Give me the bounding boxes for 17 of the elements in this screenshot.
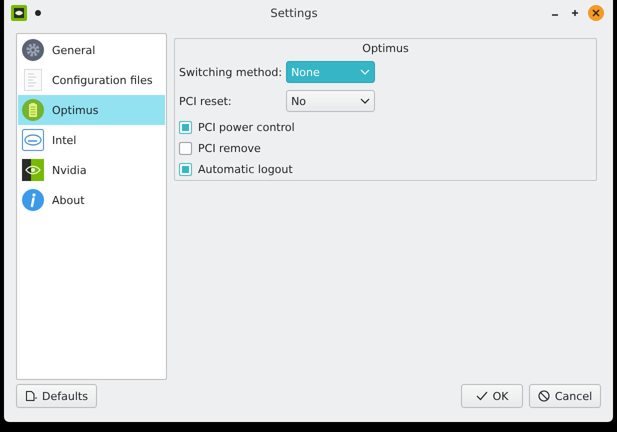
sidebar-item[interactable]: Configuration files bbox=[18, 65, 165, 95]
sidebar-item[interactable]: Nvidia bbox=[18, 155, 165, 185]
sidebar-item[interactable]: Intel bbox=[18, 125, 165, 155]
ok-button[interactable]: OK bbox=[461, 384, 523, 408]
dropdown[interactable]: No bbox=[286, 90, 376, 112]
sidebar-item[interactable]: About bbox=[18, 185, 165, 215]
group-title: Optimus bbox=[362, 42, 409, 55]
checkbox-label[interactable]: PCI remove bbox=[198, 142, 261, 154]
window-title: Settings bbox=[269, 6, 319, 20]
field-label: Switching method: bbox=[179, 66, 282, 78]
sidebar-item[interactable]: General bbox=[18, 35, 165, 65]
defaults-button[interactable]: Defaults bbox=[16, 384, 97, 408]
cancel-button[interactable]: Cancel bbox=[529, 384, 601, 408]
checkbox-label[interactable]: Automatic logout bbox=[198, 162, 293, 176]
sidebar-item[interactable]: Optimus bbox=[18, 95, 165, 125]
checkbox-label[interactable]: PCI power control bbox=[198, 120, 295, 134]
field-label: PCI reset: bbox=[179, 94, 233, 108]
